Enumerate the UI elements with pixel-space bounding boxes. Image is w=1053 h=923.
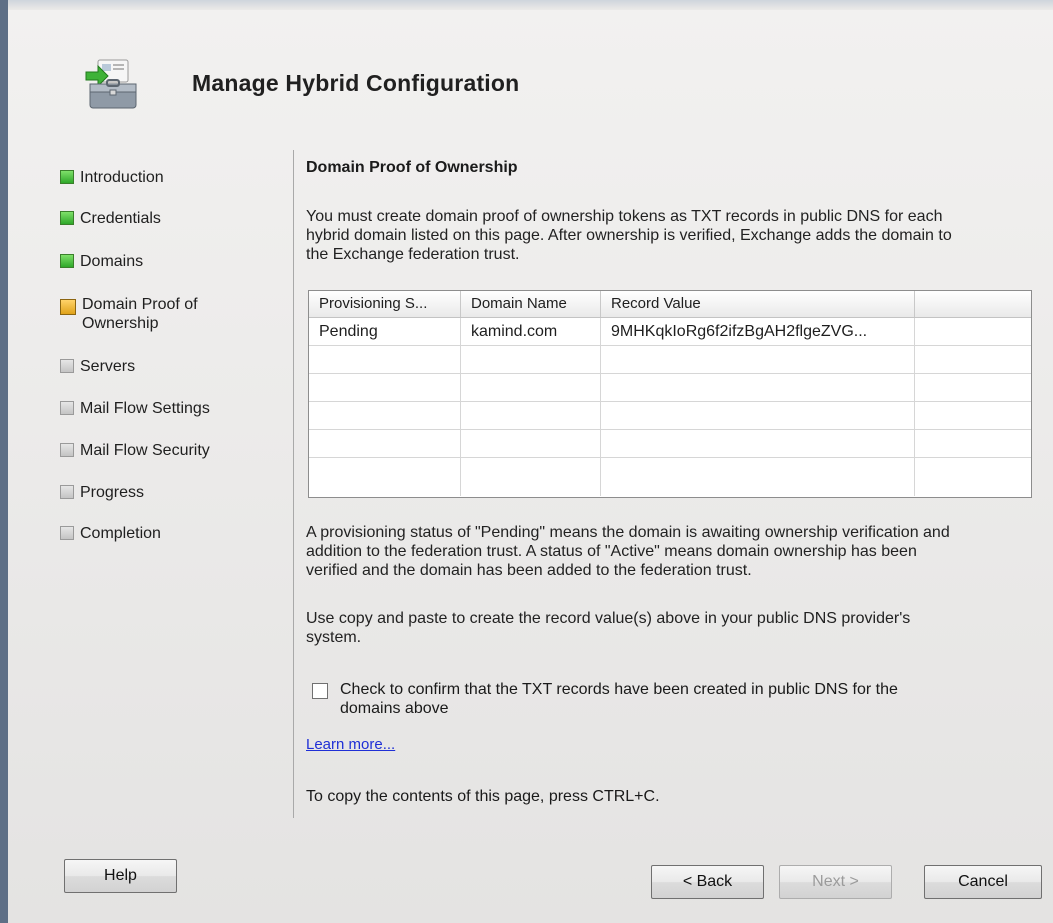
learn-more-link[interactable]: Learn more... <box>306 736 395 753</box>
table-row-empty <box>309 402 1031 430</box>
table-header: Provisioning S... Domain Name Record Val… <box>309 291 1031 318</box>
cancel-button[interactable]: Cancel <box>924 865 1042 899</box>
help-button[interactable]: Help <box>64 859 177 893</box>
back-button[interactable]: < Back <box>651 865 764 899</box>
step-pending-icon <box>60 485 74 499</box>
hybrid-config-toolbox-icon <box>80 54 146 112</box>
confirm-txt-records-label[interactable]: Check to confirm that the TXT records ha… <box>340 680 1000 718</box>
sidebar-divider <box>293 150 294 818</box>
copy-instructions: Use copy and paste to create the record … <box>306 610 911 646</box>
step-complete-icon <box>60 211 74 225</box>
sidebar-step-label: Completion <box>80 525 161 542</box>
step-pending-icon <box>60 526 74 540</box>
cell-provisioning-status: Pending <box>309 318 461 346</box>
wizard-window: Manage Hybrid Configuration Introduction… <box>8 0 1053 923</box>
sidebar-step-domain-proof-of-ownership[interactable]: Domain Proof of Ownership <box>60 295 230 333</box>
sidebar-step-progress[interactable]: Progress <box>60 483 144 502</box>
step-complete-icon <box>60 170 74 184</box>
sidebar-step-label: Introduction <box>80 169 164 186</box>
next-button[interactable]: Next > <box>779 865 892 899</box>
sidebar-step-label: Domains <box>80 253 144 270</box>
sidebar-step-label: Mail Flow Security <box>80 442 210 459</box>
sidebar-step-label: Mail Flow Settings <box>80 400 210 417</box>
sidebar-step-mail-flow-settings[interactable]: Mail Flow Settings <box>60 399 210 418</box>
sidebar-step-label: Domain Proof of Ownership <box>82 296 198 332</box>
step-pending-icon <box>60 359 74 373</box>
sidebar-step-mail-flow-security[interactable]: Mail Flow Security <box>60 441 210 460</box>
window-top-band <box>8 0 1053 10</box>
cell-empty <box>915 318 1031 346</box>
sidebar-step-domains[interactable]: Domains <box>60 252 143 271</box>
sidebar-step-credentials[interactable]: Credentials <box>60 209 161 228</box>
column-header-provisioning-status[interactable]: Provisioning S... <box>309 291 461 317</box>
step-complete-icon <box>60 254 74 268</box>
table-row-empty <box>309 374 1031 402</box>
sidebar-step-completion[interactable]: Completion <box>60 524 161 543</box>
desktop-edge <box>0 0 8 923</box>
column-header-domain-name[interactable]: Domain Name <box>461 291 601 317</box>
page-title: Manage Hybrid Configuration <box>192 70 520 96</box>
section-title: Domain Proof of Ownership <box>306 159 518 176</box>
sidebar-step-label: Credentials <box>80 210 161 227</box>
table-row[interactable]: Pending kamind.com 9MHKqkIoRg6f2ifzBgAH2… <box>309 318 1031 346</box>
cell-record-value: 9MHKqkIoRg6f2ifzBgAH2flgeZVG... <box>601 318 915 346</box>
column-header-record-value[interactable]: Record Value <box>601 291 915 317</box>
column-header-empty <box>915 291 1031 317</box>
cell-domain-name: kamind.com <box>461 318 601 346</box>
sidebar-step-label: Progress <box>80 484 145 501</box>
sidebar-step-servers[interactable]: Servers <box>60 357 135 376</box>
intro-text: You must create domain proof of ownershi… <box>306 208 952 263</box>
table-row-empty <box>309 430 1031 458</box>
domain-records-table[interactable]: Provisioning S... Domain Name Record Val… <box>308 290 1032 498</box>
copy-hint: To copy the contents of this page, press… <box>306 788 660 805</box>
sidebar-step-introduction[interactable]: Introduction <box>60 168 164 187</box>
status-explanation: A provisioning status of "Pending" means… <box>306 524 950 579</box>
step-pending-icon <box>60 401 74 415</box>
confirm-txt-records-checkbox[interactable] <box>312 683 328 699</box>
step-pending-icon <box>60 443 74 457</box>
table-row-empty <box>309 346 1031 374</box>
sidebar-step-label: Servers <box>80 358 136 375</box>
table-row-empty <box>309 458 1031 496</box>
step-current-icon <box>60 299 76 315</box>
